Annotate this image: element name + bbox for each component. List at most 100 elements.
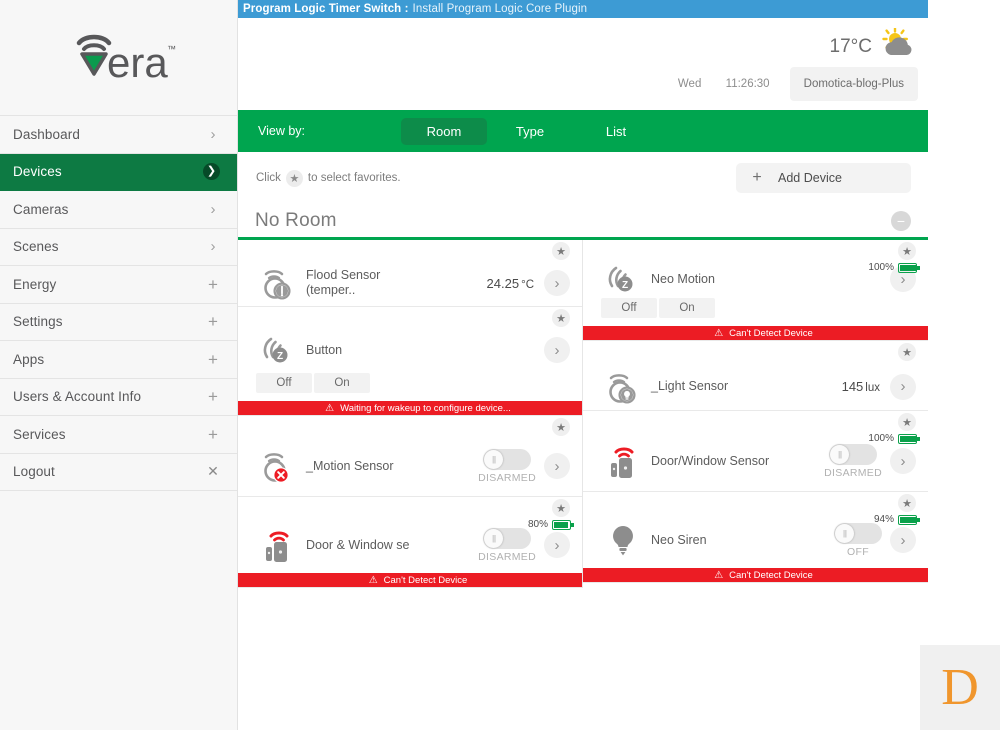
vera-dashboard-page: era ™ Dashboard › Devices ❯ Cameras › Sc…	[0, 0, 1000, 730]
device-card-flood-sensor[interactable]: ★	[238, 240, 582, 307]
battery-percent: 100%	[868, 433, 894, 444]
favorites-hint-before: Click	[256, 172, 281, 184]
sidebar-item-label: Scenes	[13, 239, 203, 254]
favorite-star-icon[interactable]: ★	[898, 242, 916, 260]
plus-icon: +	[203, 351, 223, 368]
weather-day: Wed	[664, 78, 716, 90]
off-button[interactable]: Off	[256, 373, 312, 393]
device-detail-chevron-icon[interactable]: ›	[544, 453, 570, 479]
sidebar-item-label: Apps	[13, 352, 203, 367]
toggle-state-label: DISARMED	[824, 467, 882, 479]
sidebar-item-label: Devices	[13, 164, 203, 179]
tab-list[interactable]: List	[573, 118, 659, 145]
unit-name-chip[interactable]: Domotica-blog-Plus	[790, 67, 918, 101]
device-card-door-window-sensor[interactable]: ★ 100%	[583, 411, 928, 492]
device-grid: ★	[238, 240, 928, 588]
device-name-line2: (temper..	[306, 283, 355, 297]
flood-sensor-icon	[256, 266, 300, 300]
close-icon: ✕	[203, 463, 223, 480]
toggle-state-label: OFF	[847, 546, 869, 558]
device-value-unit: °C	[521, 279, 534, 291]
view-tabs: Room Type List	[401, 118, 659, 145]
star-icon: ★	[286, 170, 303, 187]
arm-toggle-wrap: DISARMED	[478, 528, 536, 563]
favorite-star-icon[interactable]: ★	[898, 494, 916, 512]
notice-link[interactable]: Install Program Logic Core Plugin	[413, 3, 588, 15]
off-button[interactable]: Off	[601, 298, 657, 318]
sidebar: era ™ Dashboard › Devices ❯ Cameras › Sc…	[0, 0, 238, 730]
favorite-star-icon[interactable]: ★	[552, 242, 570, 260]
add-device-label: Add Device	[778, 171, 842, 185]
sidebar-item-label: Users & Account Info	[13, 389, 203, 404]
tab-room[interactable]: Room	[401, 118, 487, 145]
room-header: No Room −	[238, 204, 928, 240]
battery-percent: 94%	[874, 514, 894, 525]
on-button[interactable]: On	[659, 298, 715, 318]
favorite-star-icon[interactable]: ★	[898, 343, 916, 361]
device-name: Flood Sensor (temper..	[300, 268, 487, 298]
warning-triangle-icon: ⚠	[325, 403, 334, 414]
device-column-left: ★	[238, 240, 583, 588]
vera-logo: era ™	[0, 0, 237, 115]
sidebar-item-label: Settings	[13, 314, 203, 329]
device-detail-chevron-icon[interactable]: ›	[890, 527, 916, 553]
motion-sensor-error-icon	[256, 449, 300, 483]
device-detail-chevron-icon[interactable]: ›	[544, 270, 570, 296]
sidebar-item-logout[interactable]: Logout ✕	[0, 454, 237, 492]
favorite-star-icon[interactable]: ★	[552, 499, 570, 517]
device-error-banner: ⚠ Can't Detect Device	[583, 326, 928, 340]
sidebar-item-dashboard[interactable]: Dashboard ›	[0, 116, 237, 154]
device-name-line1: Flood Sensor	[306, 268, 380, 282]
toggle-state-label: DISARMED	[478, 472, 536, 484]
add-device-button[interactable]: + Add Device	[736, 163, 911, 193]
sidebar-item-services[interactable]: Services +	[0, 416, 237, 454]
device-detail-chevron-icon[interactable]: ›	[890, 448, 916, 474]
battery-indicator: 100%	[868, 433, 917, 444]
door-window-sensor-icon	[256, 527, 300, 563]
device-name: Neo Siren	[645, 533, 834, 548]
zwave-signal-icon: Z	[256, 335, 300, 365]
zwave-signal-icon: Z	[601, 264, 645, 294]
arm-toggle[interactable]	[829, 444, 877, 465]
sidebar-item-label: Logout	[13, 464, 203, 479]
sidebar-item-users-account-info[interactable]: Users & Account Info +	[0, 379, 237, 417]
clock-time: 11:26:30	[716, 78, 780, 90]
device-name: _Light Sensor	[645, 379, 842, 394]
battery-indicator: 80%	[528, 519, 571, 530]
favorite-star-icon[interactable]: ★	[552, 309, 570, 327]
device-card-door-window-se[interactable]: ★ 80%	[238, 497, 582, 588]
battery-icon	[898, 434, 917, 444]
power-toggle[interactable]	[834, 523, 882, 544]
arm-toggle[interactable]	[483, 449, 531, 470]
battery-icon	[898, 515, 917, 525]
on-button[interactable]: On	[314, 373, 370, 393]
watermark-logo: D	[920, 645, 1000, 730]
minus-circle-icon[interactable]: −	[891, 211, 911, 231]
plugin-notice-bar[interactable]: Program Logic Timer Switch : Install Pro…	[238, 0, 928, 18]
favorite-star-icon[interactable]: ★	[552, 418, 570, 436]
sidebar-item-energy[interactable]: Energy +	[0, 266, 237, 304]
sidebar-item-apps[interactable]: Apps +	[0, 341, 237, 379]
device-card-light-sensor[interactable]: ★	[583, 341, 928, 411]
battery-indicator: 94%	[874, 514, 917, 525]
toggle-state-label: DISARMED	[478, 551, 536, 563]
tab-type[interactable]: Type	[487, 118, 573, 145]
device-card-neo-motion[interactable]: ★ 100%	[583, 240, 928, 341]
favorite-star-icon[interactable]: ★	[898, 413, 916, 431]
arm-toggle[interactable]	[483, 528, 531, 549]
device-card-button[interactable]: ★ Z	[238, 307, 582, 416]
arm-toggle-wrap: DISARMED	[478, 449, 536, 484]
sidebar-item-settings[interactable]: Settings +	[0, 304, 237, 342]
sidebar-item-cameras[interactable]: Cameras ›	[0, 191, 237, 229]
device-card-neo-siren[interactable]: ★ 94%	[583, 492, 928, 583]
device-detail-chevron-icon[interactable]: ›	[544, 337, 570, 363]
device-detail-chevron-icon[interactable]: ›	[890, 374, 916, 400]
battery-icon	[898, 263, 917, 273]
device-value-number: 24.25	[487, 276, 520, 291]
sidebar-item-devices[interactable]: Devices ❯	[0, 154, 237, 192]
vera-logo-icon: era ™	[59, 30, 179, 86]
svg-text:™: ™	[167, 44, 176, 54]
device-card-motion-sensor[interactable]: ★	[238, 416, 582, 497]
device-detail-chevron-icon[interactable]: ›	[544, 532, 570, 558]
sidebar-item-scenes[interactable]: Scenes ›	[0, 229, 237, 267]
